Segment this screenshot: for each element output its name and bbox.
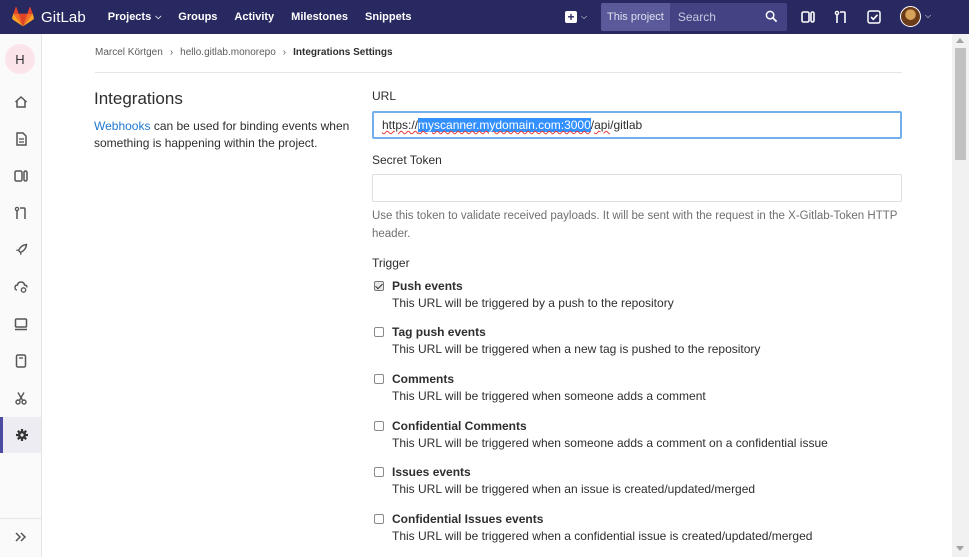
comments-checkbox[interactable] — [374, 374, 384, 384]
sidebar-item-ci-cd[interactable] — [0, 232, 41, 268]
trigger-description: This URL will be triggered when someone … — [392, 436, 828, 450]
url-label: URL — [372, 89, 397, 103]
trigger-title: Issues events — [392, 465, 471, 479]
tag-push-events-checkbox[interactable] — [374, 327, 384, 337]
main-nav: Projects ⌵ Groups Activity Milestones Sn… — [108, 0, 429, 34]
project-sidebar: H — [0, 34, 42, 557]
trigger-description: This URL will be triggered when a confid… — [392, 529, 813, 543]
repository-icon — [15, 132, 27, 146]
trigger-title: Confidential Comments — [392, 419, 527, 433]
sidebar-item-issues[interactable] — [0, 158, 41, 194]
ci-cd-icon — [15, 243, 27, 255]
plus-icon: + — [564, 11, 577, 23]
url-selected-text: myscanner.mydomain.com:3000 — [418, 118, 591, 132]
new-dropdown-button[interactable]: + ⌵ — [560, 0, 592, 34]
search-input[interactable] — [669, 10, 760, 24]
nav-snippets[interactable]: Snippets — [365, 11, 411, 23]
issues-nav-button[interactable] — [794, 0, 822, 34]
scroll-up-arrow-icon[interactable] — [956, 38, 964, 43]
chevron-down-icon: ⌵ — [925, 11, 932, 20]
sidebar-item-merge-requests[interactable] — [0, 195, 41, 231]
url-gitlab: gitlab — [613, 118, 643, 132]
issues-icon — [801, 11, 815, 23]
push-events-checkbox[interactable] — [374, 281, 384, 291]
nav-activity[interactable]: Activity — [234, 11, 274, 23]
breadcrumb-current[interactable]: Integrations Settings — [293, 47, 392, 58]
project-avatar[interactable]: H — [5, 44, 35, 74]
issues-events-checkbox[interactable] — [374, 467, 384, 477]
issues-icon — [13, 170, 28, 182]
merge-request-icon — [834, 10, 846, 23]
nav-milestones-label: Milestones — [291, 11, 349, 23]
trigger-description: This URL will be triggered when a new ta… — [392, 342, 761, 356]
todo-icon — [867, 10, 881, 24]
webhooks-link[interactable]: Webhooks — [94, 119, 150, 133]
breadcrumb-user[interactable]: Marcel Körtgen — [95, 47, 163, 58]
section-description: Webhooks can be used for binding events … — [94, 118, 359, 152]
user-avatar[interactable] — [900, 6, 921, 27]
breadcrumb: Marcel Körtgen › hello.gitlab.monorepo ›… — [95, 47, 393, 58]
nav-projects-label: Projects — [107, 11, 152, 23]
confidential-issues-events-checkbox[interactable] — [374, 514, 384, 524]
snippets-icon — [14, 392, 27, 405]
chevron-right-icon: › — [169, 47, 174, 58]
home-icon — [14, 95, 27, 108]
sidebar-item-project[interactable] — [0, 84, 41, 120]
todos-nav-button[interactable] — [860, 0, 888, 34]
wiki-icon — [15, 354, 26, 368]
navbar-right: + ⌵ This project Search ⌵ — [560, 0, 931, 34]
top-navbar: GitLab Projects ⌵ Groups Activity Milest… — [0, 0, 969, 34]
merge-requests-nav-button[interactable] — [827, 0, 855, 34]
url-api: api — [594, 118, 611, 132]
sidebar-item-repository[interactable] — [0, 121, 41, 157]
confidential-comments-checkbox[interactable] — [374, 421, 384, 431]
secret-token-label: Secret Token — [372, 153, 442, 167]
nav-milestones[interactable]: Milestones — [291, 11, 348, 23]
url-prefix: https:// — [382, 118, 419, 132]
trigger-title: Confidential Issues events — [392, 512, 544, 526]
search-icon — [765, 10, 778, 23]
url-input[interactable]: https://myscanner.mydomain.com:3000/api /… — [372, 111, 902, 139]
nav-projects[interactable]: Projects ⌵ — [108, 11, 162, 23]
trigger-title: Push events — [392, 279, 463, 293]
chevron-right-icon: › — [282, 47, 287, 58]
nav-snippets-label: Snippets — [365, 11, 412, 23]
settings-icon — [16, 429, 28, 441]
trigger-description: This URL will be triggered when an issue… — [392, 482, 756, 496]
merge-requests-icon — [14, 206, 26, 219]
trigger-description: This URL will be triggered when someone … — [392, 389, 706, 403]
sidebar-item-snippets[interactable] — [0, 380, 41, 416]
chevron-down-icon: ⌵ — [580, 12, 588, 21]
chevron-down-icon: ⌵ — [155, 12, 162, 21]
double-chevron-right-icon — [14, 531, 26, 542]
nav-groups-label: Groups — [178, 11, 218, 23]
collapse-sidebar-button[interactable] — [0, 518, 41, 554]
nav-activity-label: Activity — [234, 11, 275, 23]
scroll-thumb[interactable] — [955, 48, 966, 160]
sidebar-item-operations[interactable] — [0, 269, 41, 305]
sidebar-item-wiki[interactable] — [0, 343, 41, 379]
sidebar-item-environments[interactable] — [0, 306, 41, 342]
page-title: Integrations — [94, 89, 183, 108]
operations-icon — [13, 281, 28, 293]
trigger-title: Tag push events — [392, 325, 486, 339]
breadcrumb-divider — [95, 72, 902, 73]
trigger-description: This URL will be triggered by a push to … — [392, 296, 674, 310]
brand-name: GitLab — [41, 8, 86, 26]
breadcrumb-project[interactable]: hello.gitlab.monorepo — [180, 47, 276, 58]
search-scope-badge[interactable]: This project — [601, 3, 670, 31]
environments-icon — [14, 318, 27, 331]
trigger-title: Comments — [392, 372, 455, 386]
sidebar-item-settings[interactable] — [0, 417, 41, 453]
scroll-down-arrow-icon[interactable] — [956, 546, 964, 551]
secret-token-input[interactable] — [372, 174, 902, 202]
trigger-label: Trigger — [372, 256, 410, 270]
nav-groups[interactable]: Groups — [178, 11, 217, 23]
gitlab-home-link[interactable]: GitLab — [12, 0, 86, 34]
search-box: This project — [601, 3, 787, 31]
gitlab-logo-icon — [12, 7, 34, 27]
secret-token-help: Use this token to validate received payl… — [372, 210, 898, 240]
page-scrollbar[interactable] — [952, 34, 969, 557]
